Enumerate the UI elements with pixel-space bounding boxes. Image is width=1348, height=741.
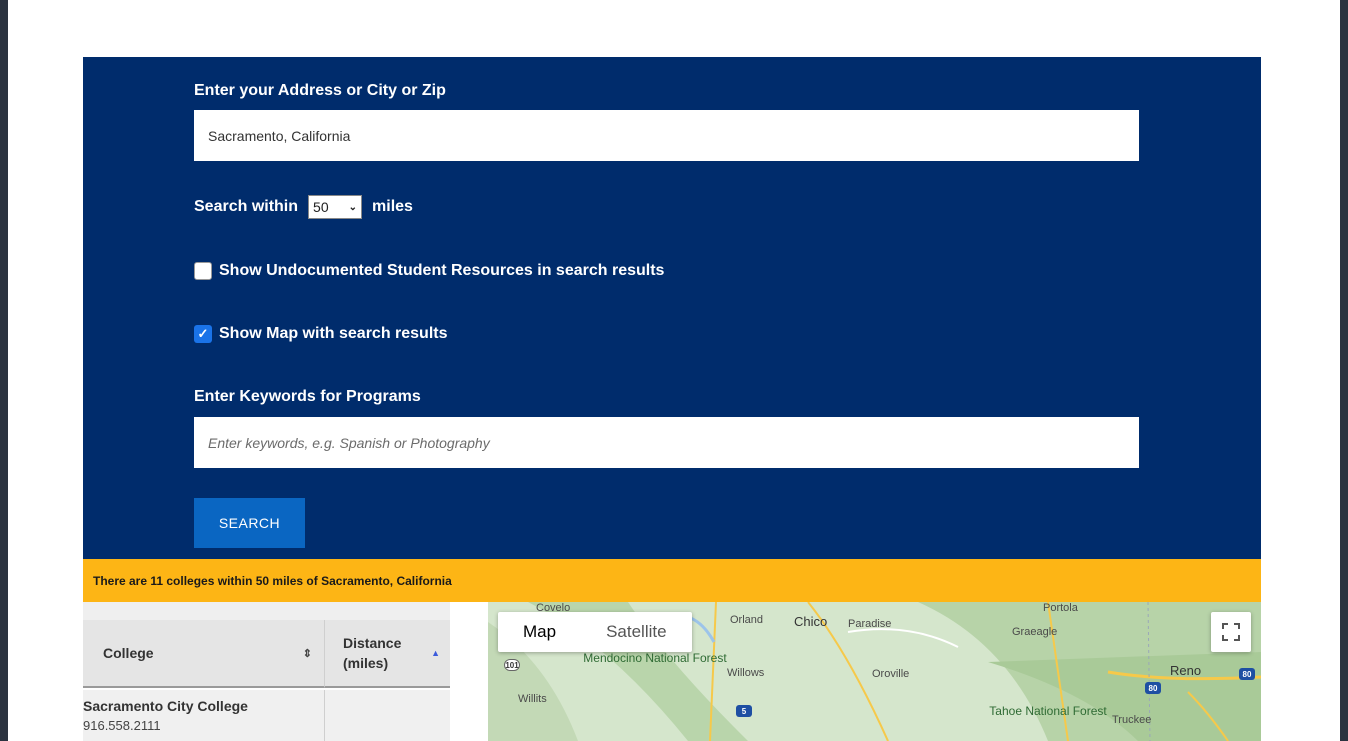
map-place: Willows: [727, 667, 765, 679]
college-phone: 916.558.2111: [83, 718, 161, 733]
miles-label: miles: [372, 198, 413, 215]
highway-shield: 5: [736, 705, 752, 717]
undocumented-checkbox[interactable]: [194, 262, 212, 280]
highway-shield: 101: [504, 659, 520, 671]
fullscreen-button[interactable]: [1211, 612, 1251, 652]
chevron-down-icon: ⌄: [348, 201, 358, 213]
map-type-map[interactable]: Map: [498, 612, 581, 652]
distance-cell: [325, 690, 450, 741]
map-place: Willits: [518, 693, 547, 705]
table-top-padding: [83, 602, 450, 620]
page: Enter your Address or City or Zip Search…: [8, 0, 1340, 741]
college-header-label: College: [103, 645, 154, 661]
checkmark-icon: ✓: [197, 326, 209, 341]
keywords-label: Enter Keywords for Programs: [194, 388, 421, 405]
map-place: Tahoe National Forest: [989, 704, 1107, 718]
results-summary: There are 11 colleges within 50 miles of…: [93, 573, 452, 588]
show-map-row[interactable]: ✓ Show Map with search results: [194, 325, 448, 343]
results-area: College ⇕ Distance (miles) ▲ Sacramento …: [83, 602, 1261, 741]
map-place: Portola: [1043, 602, 1078, 614]
college-column-header[interactable]: College ⇕: [83, 620, 325, 688]
search-within-label: Search within: [194, 198, 299, 215]
map-place: Oroville: [872, 668, 910, 680]
distance-column-header[interactable]: Distance (miles) ▲: [325, 620, 450, 688]
map-place: Orland: [730, 614, 764, 626]
map-type-control: Map Satellite: [498, 612, 692, 652]
map-place: Reno: [1170, 663, 1202, 678]
table-row[interactable]: Sacramento City College 916.558.2111: [83, 690, 325, 741]
results-map[interactable]: Covelo Orland Chico Paradise Portola Gra…: [488, 602, 1261, 741]
map-place: Mendocino National Forest: [583, 651, 727, 665]
distance-header-label: Distance (miles): [343, 635, 402, 671]
fullscreen-icon: [1222, 623, 1240, 641]
show-map-checkbox[interactable]: ✓: [194, 325, 212, 343]
sort-ascending-icon: ▲: [431, 648, 440, 658]
radius-select[interactable]: 50 ⌄: [308, 195, 363, 219]
map-place: Graeagle: [1012, 626, 1058, 638]
radius-value: 50: [313, 199, 329, 215]
show-map-label: Show Map with search results: [219, 325, 448, 342]
sort-icon: ⇕: [302, 647, 312, 660]
search-panel: Enter your Address or City or Zip Search…: [83, 57, 1261, 559]
search-button[interactable]: SEARCH: [194, 498, 305, 548]
results-summary-banner: There are 11 colleges within 50 miles of…: [83, 559, 1261, 602]
map-type-satellite[interactable]: Satellite: [581, 612, 691, 652]
address-input[interactable]: [194, 110, 1139, 161]
undocumented-label: Show Undocumented Student Resources in s…: [219, 262, 665, 279]
map-place: Paradise: [848, 618, 892, 630]
address-label: Enter your Address or City or Zip: [194, 82, 446, 99]
radius-row: Search within 50 ⌄ miles: [194, 195, 413, 219]
undocumented-row[interactable]: Show Undocumented Student Resources in s…: [194, 262, 664, 280]
college-name[interactable]: Sacramento City College: [83, 698, 324, 714]
highway-shield: 80: [1145, 682, 1161, 694]
map-place: Chico: [794, 614, 828, 629]
map-place: Truckee: [1112, 714, 1152, 726]
keywords-input[interactable]: [194, 417, 1139, 468]
highway-shield: 80: [1239, 668, 1255, 680]
